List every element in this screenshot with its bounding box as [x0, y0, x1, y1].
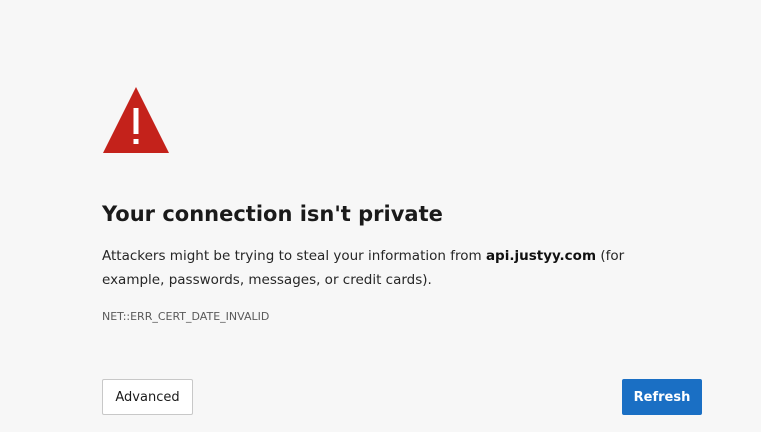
warning-icon [103, 87, 169, 153]
error-description: Attackers might be trying to steal your … [102, 244, 662, 292]
description-prefix: Attackers might be trying to steal your … [102, 248, 486, 264]
error-code: NET::ERR_CERT_DATE_INVALID [102, 310, 270, 323]
warning-exclamation-bar [133, 108, 139, 134]
page-title: Your connection isn't private [102, 202, 443, 226]
refresh-button[interactable]: Refresh [622, 379, 702, 415]
site-host: api.justyy.com [485, 248, 597, 264]
advanced-button[interactable]: Advanced [102, 379, 193, 415]
warning-exclamation-dot [133, 139, 139, 144]
error-page: Your connection isn't private Attackers … [0, 0, 761, 432]
